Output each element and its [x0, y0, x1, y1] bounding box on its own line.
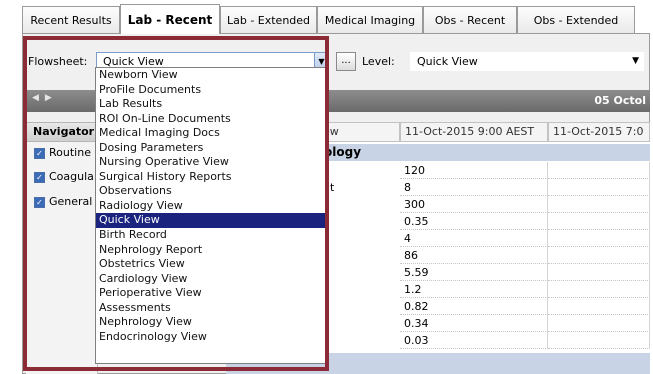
dropdown-option[interactable]: Surgical History Reports — [96, 170, 326, 185]
result-cell[interactable] — [548, 247, 650, 264]
result-cell[interactable]: 0.82 — [400, 298, 548, 315]
navigator-item-routine[interactable]: ✓ Routine — [34, 146, 91, 159]
tab-label: Lab - Extended — [226, 13, 311, 27]
result-cell[interactable]: 4 — [400, 230, 548, 247]
level-label: Level: — [362, 55, 395, 68]
tab-obs-extended[interactable]: Obs - Extended — [517, 6, 635, 33]
tab-lab-extended[interactable]: Lab - Extended — [220, 6, 317, 33]
tab-label: Recent Results — [30, 13, 112, 27]
flowsheet-browse-button[interactable]: ... — [336, 52, 356, 71]
result-cell[interactable]: 120 — [400, 162, 548, 179]
result-cell[interactable] — [548, 179, 650, 196]
result-cell[interactable] — [548, 298, 650, 315]
tab-recent-results[interactable]: Recent Results — [22, 6, 120, 33]
result-cell[interactable] — [548, 162, 650, 179]
tab-label: Obs - Extended — [533, 13, 619, 27]
dropdown-option[interactable]: ROI On-Line Documents — [96, 112, 326, 127]
dropdown-option[interactable]: Nephrology Report — [96, 243, 326, 258]
tab-obs-recent[interactable]: Obs - Recent — [423, 6, 517, 33]
result-cell[interactable]: 300 — [400, 196, 548, 213]
result-cell[interactable]: 0.03 — [400, 332, 548, 349]
dropdown-option[interactable]: Endocrinology View — [96, 330, 326, 345]
result-cell[interactable] — [548, 281, 650, 298]
dropdown-option[interactable]: Newborn View — [96, 68, 326, 83]
result-cell[interactable] — [548, 230, 650, 247]
checkbox-checked-icon[interactable]: ✓ — [34, 147, 45, 159]
tab-label: Obs - Recent — [434, 13, 506, 27]
navigator-item-label: General — [49, 195, 93, 208]
dropdown-option[interactable]: Assessments — [96, 301, 326, 316]
navigator-item-label: Routine — [49, 146, 91, 159]
checkbox-checked-icon[interactable]: ✓ — [34, 196, 45, 208]
result-cell[interactable] — [548, 196, 650, 213]
result-cell[interactable]: 86 — [400, 247, 548, 264]
result-cell[interactable] — [548, 315, 650, 332]
dropdown-option[interactable]: Nephrology View — [96, 315, 326, 330]
dropdown-option[interactable]: Cardiology View — [96, 272, 326, 287]
flowsheet-label: Flowsheet: — [28, 55, 88, 68]
tab-lab-recent[interactable]: Lab - Recent — [120, 4, 220, 34]
tab-medical-imaging[interactable]: Medical Imaging — [317, 6, 423, 33]
dropdown-option[interactable]: Obstetrics View — [96, 257, 326, 272]
chevron-down-icon[interactable]: ▼ — [632, 53, 639, 70]
level-value: Quick View — [417, 55, 478, 68]
navigator-item-label: Coagula — [49, 170, 94, 183]
result-cell[interactable]: 1.2 — [400, 281, 548, 298]
tab-label: Medical Imaging — [324, 13, 416, 27]
dropdown-option[interactable]: Lab Results — [96, 97, 326, 112]
result-cell[interactable]: 8 — [400, 179, 548, 196]
dropdown-option[interactable]: Nursing Operative View — [96, 155, 326, 170]
navigator-panel: ✓ Routine ✓ Coagula ✓ General — [26, 142, 98, 374]
dropdown-option[interactable]: Observations — [96, 184, 326, 199]
result-cell[interactable]: 5.59 — [400, 264, 548, 281]
result-cell[interactable]: 0.35 — [400, 213, 548, 230]
dropdown-option-selected[interactable]: Quick View — [96, 213, 326, 229]
navigator-item-coagulation[interactable]: ✓ Coagula — [34, 170, 94, 183]
checkbox-checked-icon[interactable]: ✓ — [34, 171, 45, 183]
result-cell[interactable] — [548, 332, 650, 349]
date-nav-arrows-icon[interactable]: ◀▶ — [32, 93, 58, 103]
result-cell[interactable]: 0.34 — [400, 315, 548, 332]
date-bar-label: 05 Octol — [594, 94, 646, 107]
result-cell[interactable] — [548, 264, 650, 281]
navigator-header: Navigator — [26, 122, 96, 142]
level-select[interactable]: Quick View ▼ — [410, 52, 644, 71]
flowsheet-dropdown-list[interactable]: Newborn View ProFile Documents Lab Resul… — [95, 67, 327, 364]
column-header-date-2[interactable]: 11-Oct-2015 7:0 — [548, 122, 650, 142]
dropdown-option[interactable]: Medical Imaging Docs — [96, 126, 326, 141]
dropdown-option[interactable]: Radiology View — [96, 199, 326, 214]
dropdown-option[interactable]: Birth Record — [96, 228, 326, 243]
dropdown-option[interactable]: Dosing Parameters — [96, 141, 326, 156]
dropdown-option[interactable]: ProFile Documents — [96, 83, 326, 98]
column-header-date-1[interactable]: 11-Oct-2015 9:00 AEST — [400, 122, 548, 142]
dropdown-option[interactable]: Perioperative View — [96, 286, 326, 301]
tab-label: Lab - Recent — [127, 12, 213, 27]
navigator-item-general[interactable]: ✓ General — [34, 195, 92, 208]
result-cell[interactable] — [548, 213, 650, 230]
